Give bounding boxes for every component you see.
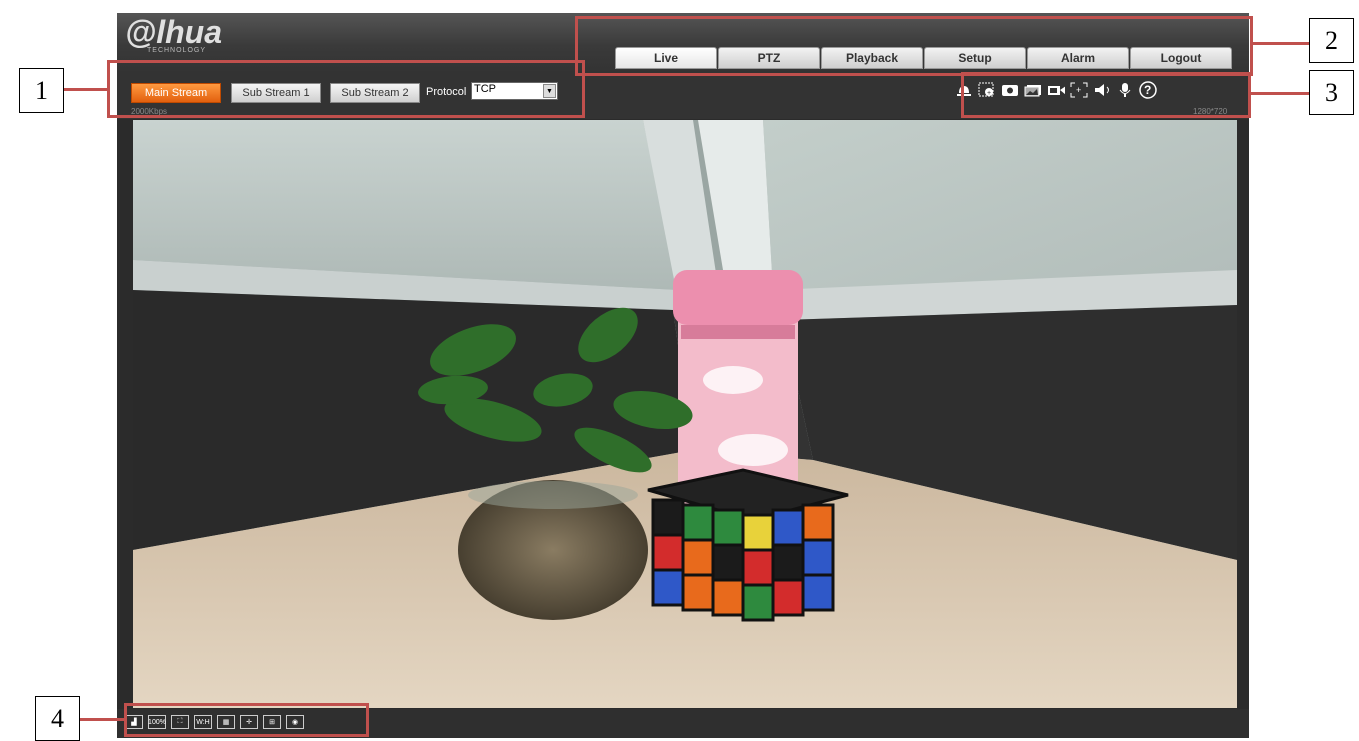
web-client-window: @lhua TECHNOLOGY Live PTZ Playback Setup… (117, 13, 1249, 738)
callout-leader-3 (1251, 92, 1309, 95)
logo-subtitle: TECHNOLOGY (147, 47, 207, 54)
logo-graphic: @lhua (125, 14, 222, 50)
callout-number-4: 4 (35, 696, 80, 741)
camera-scene-image (133, 120, 1237, 708)
live-video-view[interactable] (133, 120, 1237, 708)
callout-box-1 (107, 60, 585, 118)
callout-box-4 (124, 703, 369, 737)
callout-box-2 (575, 16, 1253, 76)
callout-number-1: 1 (19, 68, 64, 113)
callout-number-2: 2 (1309, 18, 1354, 63)
callout-box-3 (961, 72, 1251, 118)
callout-leader-2 (1253, 42, 1309, 45)
callout-leader-1 (64, 88, 108, 91)
svg-text:@lhua: @lhua (125, 15, 222, 50)
callout-number-3: 3 (1309, 70, 1354, 115)
callout-leader-4 (80, 718, 124, 721)
